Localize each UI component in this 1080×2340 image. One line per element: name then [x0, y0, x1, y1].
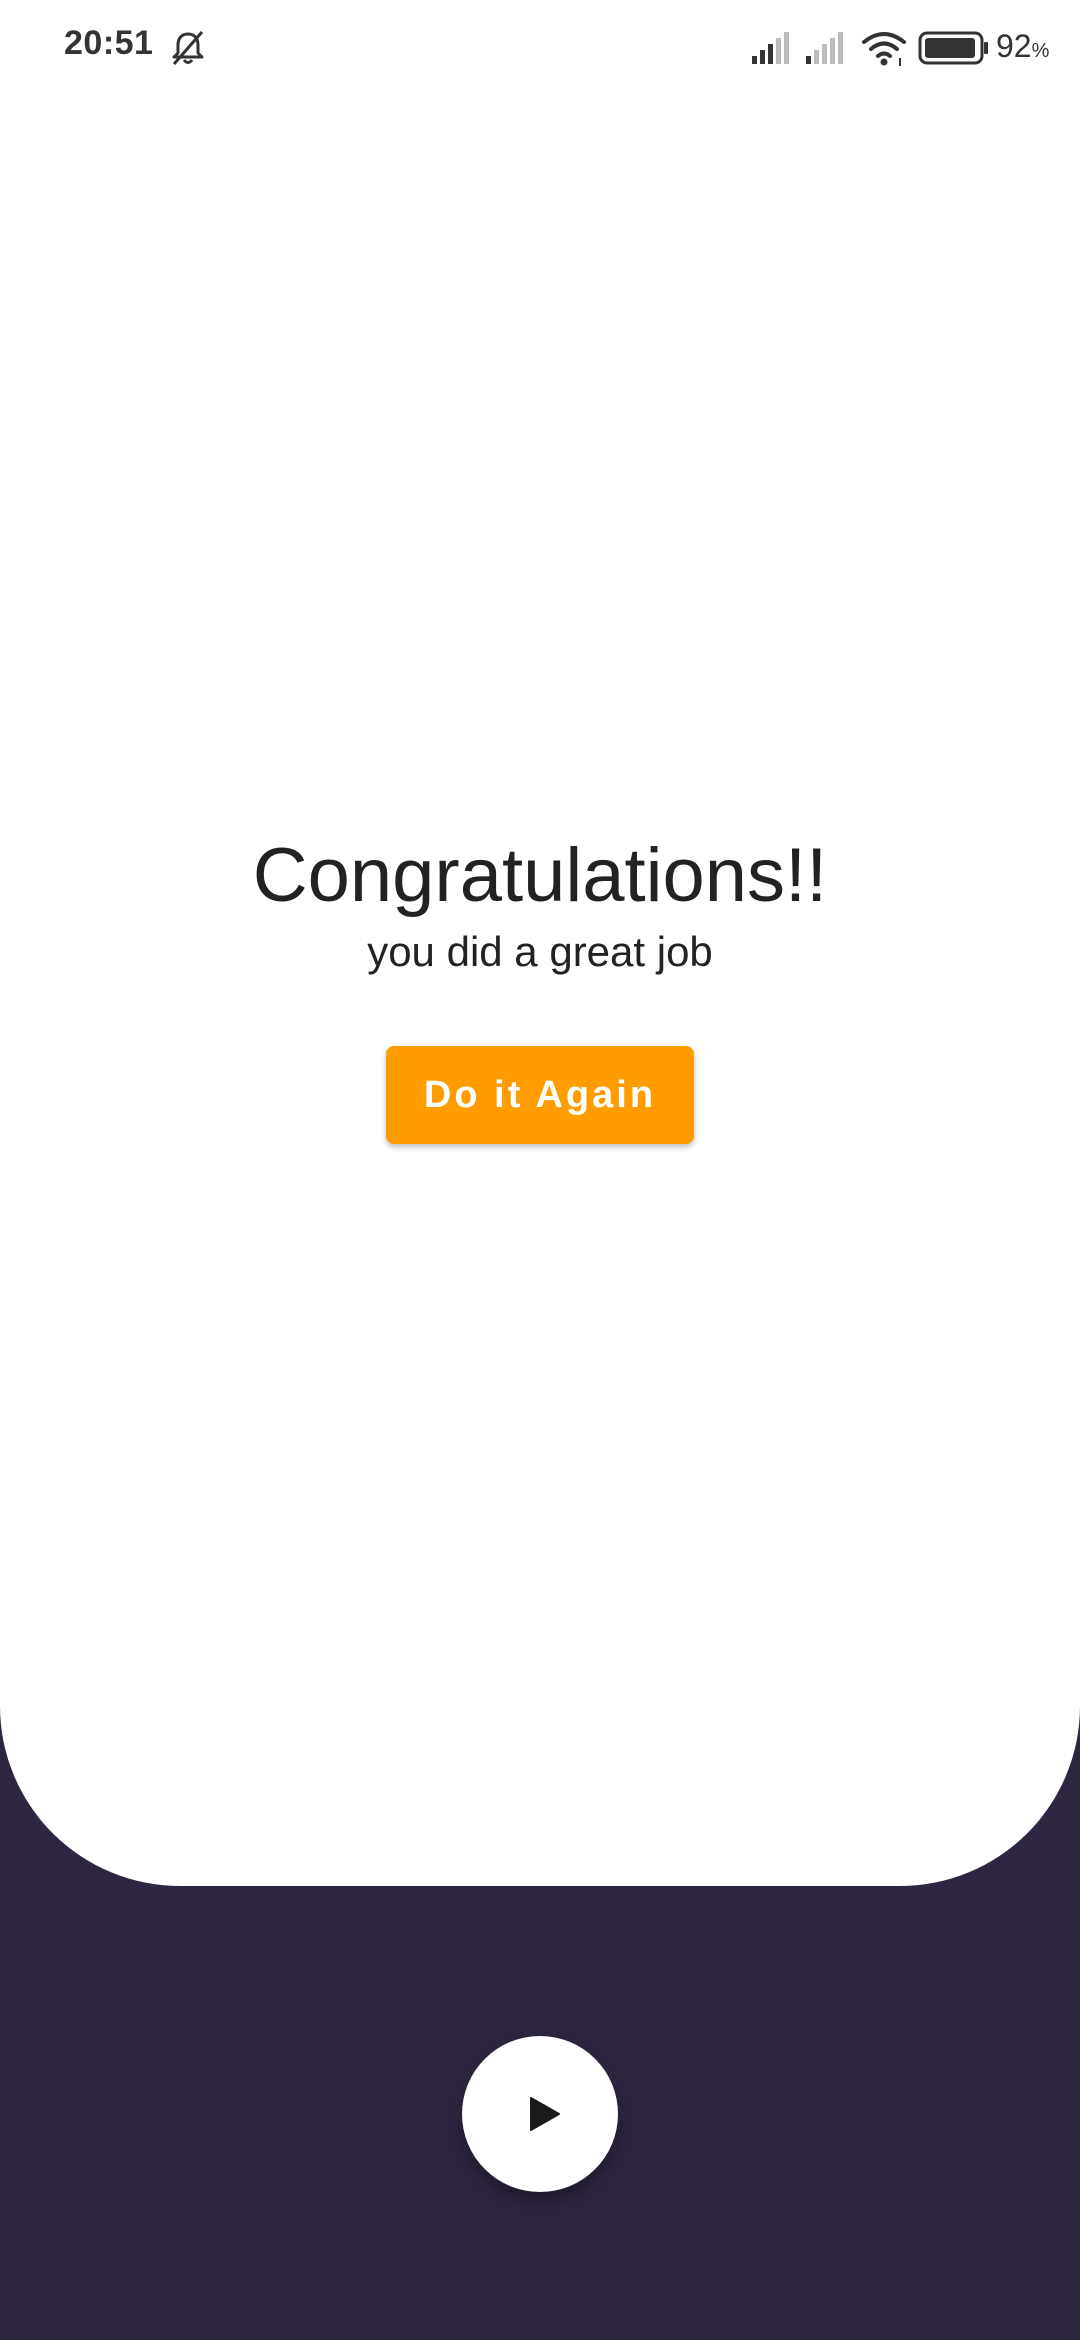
battery-unit: % [1031, 40, 1050, 62]
do-it-again-button[interactable]: Do it Again [386, 1046, 694, 1144]
congrats-subtitle: you did a great job [367, 928, 713, 975]
status-bar: 20:51 92% [0, 0, 1080, 96]
mute-icon [172, 31, 204, 65]
signal-icon [806, 32, 843, 64]
wifi-icon [862, 32, 906, 66]
play-button[interactable] [462, 2036, 618, 2192]
signal-icon [752, 32, 789, 64]
status-time: 20:51 [64, 24, 154, 62]
play-icon [530, 2097, 560, 2131]
battery-icon [918, 31, 988, 65]
battery-value: 92 [996, 28, 1032, 64]
battery-level: 92% [996, 28, 1049, 65]
congrats-title: Congratulations!! [252, 833, 828, 918]
